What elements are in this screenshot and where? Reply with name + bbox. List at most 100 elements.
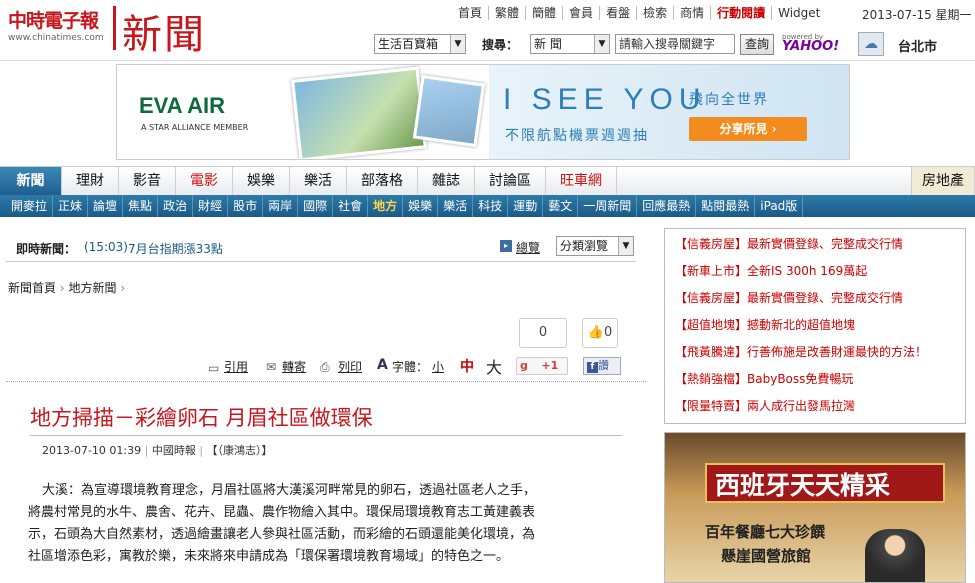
- sidebar-link[interactable]: 【信義房屋】最新實價登錄、完整成交行情: [665, 285, 965, 312]
- sidebar-link-text: 最新實價登錄、完整成交行情: [747, 237, 904, 251]
- print-link[interactable]: 列印: [338, 358, 362, 375]
- sub-nav-item[interactable]: 運動: [508, 195, 544, 217]
- font-small[interactable]: 小: [432, 358, 444, 375]
- chevron-right-icon: ›: [120, 281, 126, 295]
- search-button[interactable]: 查詢: [740, 34, 774, 55]
- side-ad[interactable]: 西班牙天天精采 百年餐廳七大珍饌 懸崖國營旅館: [664, 432, 966, 583]
- top-link[interactable]: 會員: [563, 6, 601, 20]
- main-nav-item[interactable]: 娛樂: [233, 167, 290, 195]
- sidebar-link-tag: 【限量特賣】: [675, 399, 748, 413]
- side-ad-title: 西班牙天天精采: [715, 471, 891, 500]
- sidebar-link-tag: 【信義房屋】: [675, 291, 748, 305]
- article-line: 社區增添色彩，寓教於樂，未來將來申請成為「環保署環境教育場域」的特色之一。: [28, 549, 510, 564]
- breadcrumb-local[interactable]: 地方新聞: [68, 281, 116, 295]
- sub-nav-item[interactable]: 樂活: [438, 195, 474, 217]
- main-nav-item[interactable]: 樂活: [290, 167, 347, 195]
- sub-nav-item[interactable]: 股市: [228, 195, 264, 217]
- sub-nav-item[interactable]: 社會: [333, 195, 369, 217]
- sidebar-link[interactable]: 【新車上市】全新IS 300h 169萬起: [665, 258, 965, 285]
- sidebar-link[interactable]: 【信義房屋】最新實價登錄、完整成交行情: [665, 231, 965, 258]
- top-link[interactable]: 首頁: [452, 6, 490, 20]
- sub-nav-item[interactable]: 科技: [473, 195, 509, 217]
- main-nav-item[interactable]: 影音: [119, 167, 176, 195]
- sidebar-link[interactable]: 【超值地塊】撼動新北的超值地塊: [665, 312, 965, 339]
- sidebar-link-text: BabyBoss免費暢玩: [747, 372, 854, 386]
- breadcrumb-home[interactable]: 新聞首頁: [8, 281, 56, 295]
- sub-nav-item[interactable]: 政治: [158, 195, 194, 217]
- weather-city[interactable]: 台北市: [898, 36, 937, 55]
- top-link[interactable]: 簡體: [526, 6, 564, 20]
- sub-nav-item[interactable]: 正妹: [53, 195, 89, 217]
- search-label: 搜尋：: [482, 38, 519, 52]
- top-link[interactable]: 行動閱讀: [711, 6, 773, 20]
- top-link[interactable]: 商情: [674, 6, 712, 20]
- font-large[interactable]: 大: [486, 354, 502, 378]
- sub-nav-item[interactable]: 兩岸: [263, 195, 299, 217]
- main-nav-item[interactable]: 部落格: [347, 167, 418, 195]
- side-ad-figure: [865, 529, 925, 582]
- yahoo-logo: YAHOO!: [782, 39, 840, 54]
- facebook-icon: f: [587, 362, 598, 373]
- breaking-bar: 即時新聞： (15:03) 7月台指期漲33點 ▸ 總覽 分類瀏覽 ▼: [6, 232, 636, 262]
- main-nav-item[interactable]: 討論區: [475, 167, 546, 195]
- top-link[interactable]: 看盤: [600, 6, 638, 20]
- overview-link[interactable]: 總覽: [516, 239, 540, 256]
- sidebar-link-text: 全新IS 300h 169萬起: [747, 264, 868, 278]
- top-link[interactable]: 檢索: [637, 6, 675, 20]
- ad-sub2: 不限航點機票週週抽: [505, 128, 649, 144]
- sub-nav-item[interactable]: 點閱最熱: [696, 195, 756, 217]
- breadcrumb: 新聞首頁 › 地方新聞 ›: [8, 279, 125, 296]
- sidebar-link[interactable]: 【限量特賣】兩人成行出發馬拉灣: [665, 393, 965, 420]
- sub-nav-item[interactable]: 國際: [298, 195, 334, 217]
- sub-nav-item[interactable]: 開麥拉: [6, 195, 54, 217]
- sub-nav-item[interactable]: 娛樂: [403, 195, 439, 217]
- forward-link[interactable]: 轉寄: [282, 358, 306, 375]
- main-nav: 新聞 理財 影音 電影 娛樂 樂活 部落格 雜誌 討論區 旺車網 房地產: [0, 166, 975, 195]
- chevron-down-icon: ▼: [594, 35, 609, 53]
- article-author: 【（康鴻志）】: [206, 444, 273, 457]
- overview-icon: ▸: [500, 240, 512, 252]
- browse-select[interactable]: 分類瀏覽 ▼: [556, 236, 634, 256]
- sub-nav-item[interactable]: 焦點: [123, 195, 159, 217]
- site-logo[interactable]: 中時電子報 www.chinatimes.com: [8, 6, 110, 43]
- sidebar-link[interactable]: 【飛黃騰達】行善佈施是改善財運最快的方法！: [665, 339, 965, 366]
- search-placeholder: 請輸入搜尋關鍵字: [619, 37, 716, 51]
- top-links: 首頁 繁體 簡體 會員 看盤 檢索 商情 行動閱讀 Widget: [452, 6, 826, 20]
- sub-nav-item[interactable]: 藝文: [543, 195, 579, 217]
- quote-link[interactable]: 引用: [224, 358, 248, 375]
- scope-select[interactable]: 新 聞 ▼: [530, 34, 610, 54]
- sub-nav-item[interactable]: 回應最熱: [637, 195, 697, 217]
- breaking-headline[interactable]: 7月台指期漲33點: [128, 240, 223, 257]
- top-link[interactable]: 繁體: [489, 6, 527, 20]
- side-ad-sub2: 懸崖國營旅館: [721, 547, 812, 565]
- sub-nav-item[interactable]: 一周新聞: [578, 195, 638, 217]
- ad-share-button[interactable]: 分享所見 ›: [689, 117, 807, 141]
- search-input[interactable]: 請輸入搜尋關鍵字: [615, 34, 735, 54]
- chevron-down-icon: ▼: [618, 237, 633, 255]
- sub-nav-item[interactable]: 地方: [368, 195, 404, 217]
- gplus-button[interactable]: g +1: [516, 357, 568, 375]
- sub-nav-item[interactable]: 財經: [193, 195, 229, 217]
- main-nav-item[interactable]: 旺車網: [546, 167, 617, 195]
- like-counter[interactable]: 👍0: [582, 318, 618, 348]
- font-medium[interactable]: 中: [460, 356, 474, 376]
- sidebar-link-tag: 【飛黃騰達】: [675, 345, 748, 359]
- article-line: 示，石頭為大自然素材，透過繪畫讓老人參與社區活動，而彩繪的石頭還能美化環境，為: [28, 527, 536, 542]
- powered-by: powered by YAHOO!: [782, 32, 840, 54]
- category-select[interactable]: 生活百寶箱 ▼: [374, 34, 466, 54]
- main-nav-real-estate[interactable]: 房地產: [911, 167, 975, 195]
- forward-icon: ✉: [266, 360, 277, 374]
- main-nav-item[interactable]: 雜誌: [418, 167, 475, 195]
- sidebar-link-text: 撼動新北的超值地塊: [747, 318, 856, 332]
- main-nav-item[interactable]: 電影: [176, 167, 233, 195]
- top-link[interactable]: Widget: [772, 6, 826, 20]
- main-nav-item[interactable]: 理財: [62, 167, 119, 195]
- fb-like-button[interactable]: f讚: [583, 357, 621, 375]
- comment-counter[interactable]: 0: [519, 318, 567, 348]
- ad-banner[interactable]: EVA AIR A STAR ALLIANCE MEMBER I SEE YOU…: [116, 64, 850, 160]
- main-nav-item[interactable]: 新聞: [0, 167, 62, 195]
- ad-photo-2: [412, 74, 486, 148]
- sub-nav-item[interactable]: 論壇: [88, 195, 124, 217]
- sub-nav-item[interactable]: iPad版: [755, 195, 804, 217]
- sidebar-link[interactable]: 【熱銷強檔】BabyBoss免費暢玩: [665, 366, 965, 393]
